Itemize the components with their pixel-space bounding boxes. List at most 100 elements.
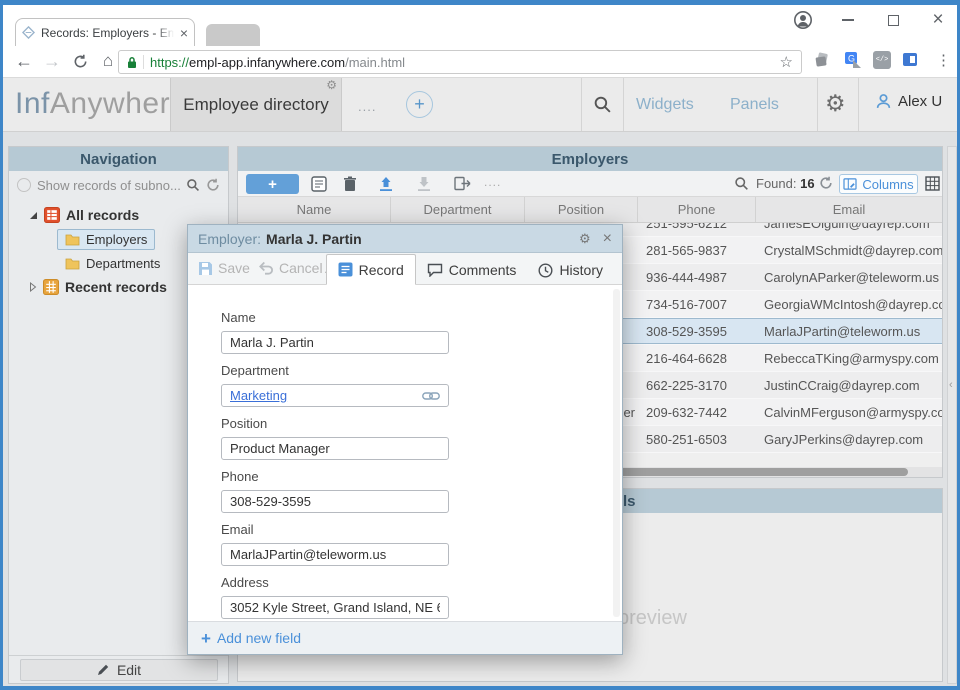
columns-button[interactable]: Columns [839,174,918,194]
secure-lock-icon [127,56,137,69]
history-tab-icon [538,262,553,278]
delete-record-icon[interactable] [343,176,357,192]
grid-refresh-icon[interactable] [819,176,833,190]
folder-icon [65,233,80,246]
browser-menu-icon[interactable]: ⋮ [936,51,951,69]
dialog-title-prefix: Employer: [198,230,262,247]
column-header-department[interactable]: Department [391,197,525,222]
department-input[interactable]: Marketing [221,384,449,407]
department-link[interactable]: Marketing [230,388,287,403]
app-logo: InfAnywhere [15,87,187,121]
window-maximize-button[interactable] [876,5,910,35]
tree-label: All records [66,207,140,223]
add-field-plus-icon[interactable]: + [201,630,211,647]
add-new-field-link[interactable]: Add new field [217,630,301,646]
grid-column-headers: Name Department Position Phone Email [238,197,942,223]
cell-phone: 281-565-9837 [646,242,727,258]
cell-email: CalvinMFerguson@armyspy.com [764,404,942,420]
logo-suffix: Anywhere [49,87,188,120]
export-icon[interactable] [454,176,471,191]
cancel-button-label: Cancel [279,260,323,276]
background-tab-stub[interactable] [206,24,260,46]
cell-phone: 580-251-6503 [646,431,727,447]
found-count: Found: 16 [756,176,815,191]
bookmark-star-icon[interactable]: ☆ [780,53,793,71]
address-input[interactable] [221,596,449,619]
subnode-toggle[interactable] [17,178,31,192]
tree-refresh-icon[interactable] [206,178,220,192]
extension-icon-1[interactable] [813,51,833,71]
open-form-icon[interactable] [311,176,327,192]
edit-navigation-button[interactable]: Edit [19,658,218,681]
field-name: Name [221,310,622,354]
browser-tab[interactable]: Records: Employers - Em × [15,18,195,46]
name-input[interactable] [221,331,449,354]
app-tab-employee-directory[interactable]: Employee directory ⚙ [170,78,342,131]
cell-email: CrystalMSchmidt@dayrep.com [764,242,942,258]
dialog-close-icon[interactable]: × [603,230,612,248]
selected-tree-node[interactable]: Employers [57,228,156,250]
settings-gear-icon[interactable]: ⚙ [825,90,846,117]
back-button[interactable]: ← [11,48,37,74]
expanded-caret-icon[interactable] [29,211,38,220]
email-input[interactable] [221,543,449,566]
pencil-icon [96,663,110,677]
app-tab-gear-icon[interactable]: ⚙ [326,78,337,92]
collapsed-caret-icon[interactable] [29,282,37,292]
url-scheme: https:// [150,54,190,70]
navigation-filter-row: Show records of subno... [9,171,228,199]
phone-input[interactable] [221,490,449,513]
all-records-icon [44,207,60,223]
field-phone: Phone [221,469,622,513]
reload-button[interactable] [67,48,93,74]
position-input[interactable] [221,437,449,460]
tab-record[interactable]: Record [325,254,416,285]
blue-extension-icon[interactable] [902,51,922,71]
column-header-phone[interactable]: Phone [638,197,756,222]
column-header-name[interactable]: Name [238,197,391,222]
dialog-scrollbar[interactable] [613,289,620,617]
window-border-bottom [0,686,960,690]
tab-comments-label: Comments [448,262,517,278]
global-search-icon[interactable] [593,95,612,114]
add-record-button[interactable]: + [246,174,299,194]
code-extension-icon[interactable]: </> [873,51,893,71]
translate-extension-icon[interactable]: G [844,51,864,71]
widgets-link[interactable]: Widgets [636,96,694,114]
tab-history[interactable]: History [527,255,614,285]
tree-label: Recent records [65,279,167,295]
add-app-tab-button[interactable]: + [406,91,433,118]
cell-phone: 936-444-4987 [646,269,727,285]
url-bar[interactable]: https://empl-app.infanywhere.com/main.ht… [118,50,802,74]
more-app-tabs[interactable]: .... [358,99,376,114]
column-header-position[interactable]: Position [525,197,638,222]
tree-search-icon[interactable] [186,178,200,192]
dialog-settings-gear-icon[interactable]: ⚙ [579,231,591,247]
user-menu[interactable]: Alex U [875,93,942,110]
sidebar-footer: Edit [9,655,228,683]
save-button[interactable]: Save [198,260,250,276]
logo-prefix: Inf [15,87,50,120]
tab-comments[interactable]: Comments [416,255,528,285]
grid-more-actions[interactable]: .... [484,175,501,189]
forward-button[interactable]: → [39,48,65,74]
dialog-title-bar[interactable]: Employer: Marla J. Partin ⚙ × [188,225,622,253]
tab-close-icon[interactable]: × [180,26,188,40]
field-label: Name [221,310,256,325]
cancel-button[interactable]: Cancel [258,260,323,276]
window-close-button[interactable]: × [921,5,955,35]
window-minimize-button[interactable] [831,5,865,35]
grid-view-icon[interactable] [925,176,940,191]
link-chain-icon[interactable] [422,391,440,401]
grid-search-icon[interactable] [734,176,749,191]
navigation-panel-header[interactable]: Navigation [9,147,228,171]
employers-panel-header[interactable]: Employers [238,147,942,171]
browser-profile-icon[interactable] [786,5,820,35]
app-header: InfAnywhere Employee directory ⚙ .... + … [3,78,957,132]
download-icon-disabled[interactable] [417,176,431,192]
panels-link[interactable]: Panels [730,96,779,114]
column-header-email[interactable]: Email [756,197,942,222]
import-upload-icon[interactable] [379,176,393,192]
panel-collapse-gutter[interactable]: ‹ [947,146,957,684]
recent-records-icon [43,279,59,295]
